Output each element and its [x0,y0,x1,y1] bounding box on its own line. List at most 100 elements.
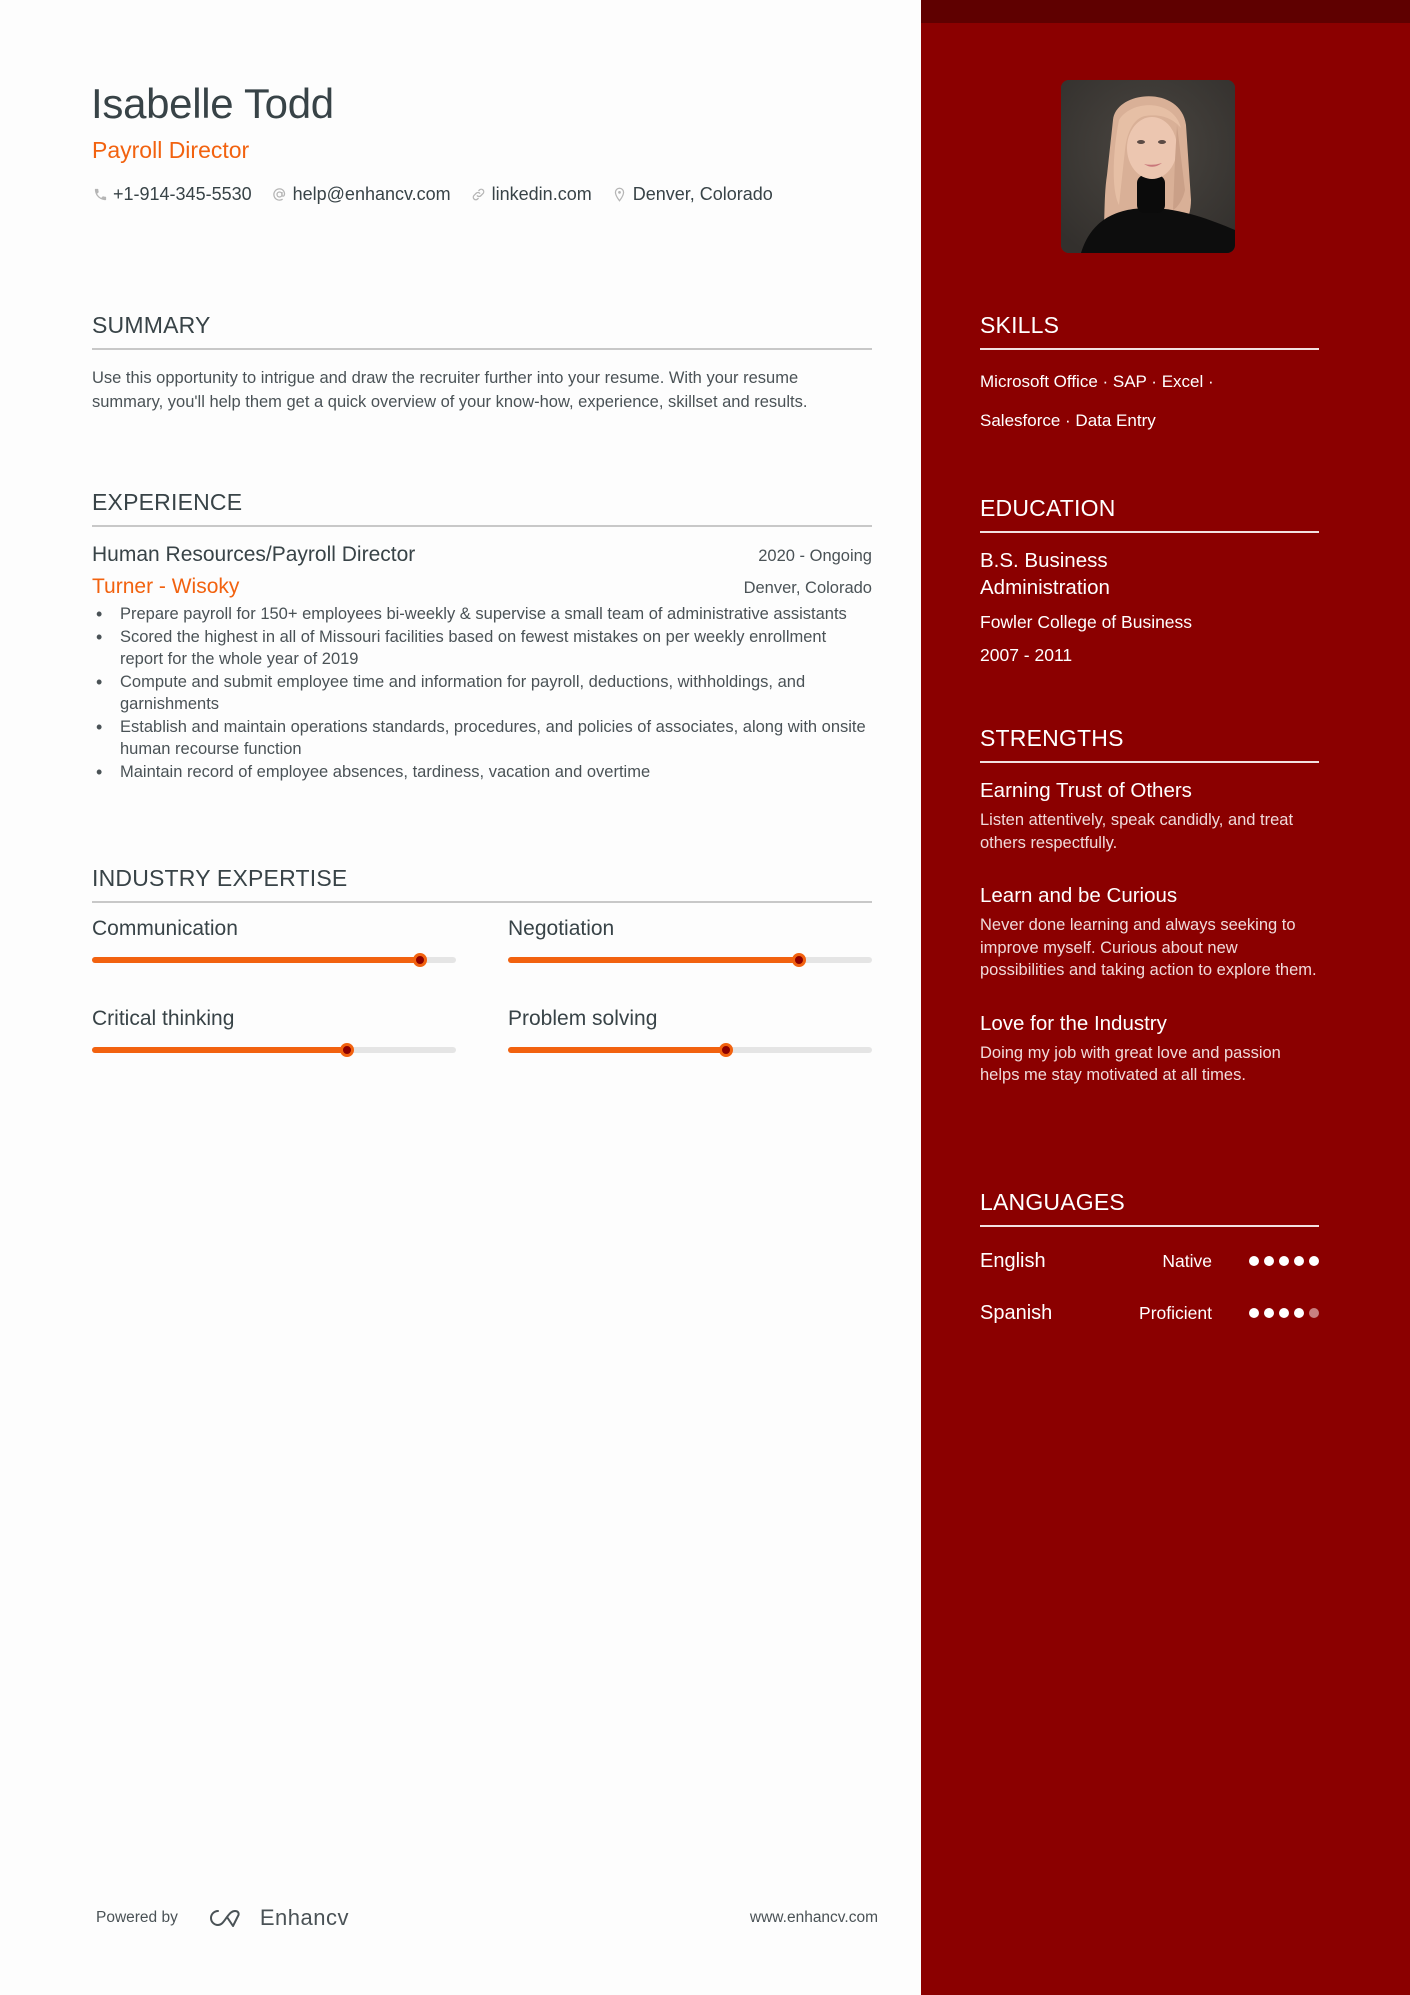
strength-item: Earning Trust of Others Listen attentive… [980,779,1319,854]
contact-info: +1-914-345-5530 help@enhancv.com linkedi… [92,184,793,205]
enhancv-logo-icon [209,1910,240,1927]
expertise-bar [92,953,456,967]
languages-section: LANGUAGES English Native Spanish Profici… [980,1189,1319,1332]
phone-icon [92,186,108,204]
job-title: Human Resources/Payroll Director [92,543,416,566]
enhancv-brand-name: Enhancv [259,1905,349,1930]
contact-email-text: help@enhancv.com [292,184,451,204]
contact-location: Denver, Colorado [612,184,773,205]
proficiency-dot-filled [1294,1256,1304,1266]
education-degree: B.S. Business Administration [980,547,1319,601]
job-title-row: Human Resources/Payroll Director 2020 - … [92,543,872,567]
summary-heading: SUMMARY [92,312,211,338]
job-bullet: Compute and submit employee time and inf… [92,671,872,716]
summary-section: SUMMARY Use this opportunity to intrigue… [92,312,872,414]
skills-list: Microsoft Office · SAP · Excel · Salesfo… [980,362,1319,440]
at-icon [272,186,288,204]
expertise-label: Negotiation [508,917,615,940]
expertise-bar [92,1043,456,1057]
language-name: Spanish [980,1301,1053,1324]
strength-item: Love for the Industry Doing my job with … [980,1012,1319,1087]
link-icon [471,186,487,204]
proficiency-dot-filled [1264,1308,1274,1318]
skills-line: Salesforce · Data Entry [980,411,1156,430]
expertise-bar-fill [92,957,420,963]
expertise-item: Negotiation [508,917,872,1007]
proficiency-dot-empty [1309,1308,1319,1318]
sidebar: SKILLS Microsoft Office · SAP · Excel · … [921,0,1410,1995]
skills-divider [980,348,1319,350]
main-column: Isabelle Todd Payroll Director +1-914-34… [0,0,921,1995]
expertise-bar-knob [719,1043,734,1057]
job-bullet: Prepare payroll for 150+ employees bi-we… [92,603,872,626]
contact-email[interactable]: help@enhancv.com [272,184,451,205]
proficiency-dot-filled [1279,1256,1289,1266]
proficiency-dot-filled [1249,1308,1259,1318]
strength-description: Doing my job with great love and passion… [980,1043,1281,1085]
contact-location-text: Denver, Colorado [632,184,773,204]
strength-description: Listen attentively, speak candidly, and … [980,811,1294,852]
location-pin-icon [612,186,628,204]
profile-photo [1061,80,1235,253]
skills-section: SKILLS Microsoft Office · SAP · Excel · … [980,312,1319,440]
job-entry: Human Resources/Payroll Director 2020 - … [92,543,872,783]
education-dates: 2007 - 2011 [980,645,1073,665]
language-proficiency-dots [1244,1308,1319,1318]
expertise-bar-knob [412,953,427,967]
footer: Powered by Enhancv www.enhancv.com [96,1905,878,1931]
contact-linkedin-text: linkedin.com [491,184,592,204]
expertise-item: Problem solving [508,1007,872,1097]
strength-title: Learn and be Curious [980,884,1178,907]
proficiency-dot-filled [1279,1308,1289,1318]
language-item: Spanish Proficient [980,1294,1319,1332]
expertise-section: INDUSTRY EXPERTISE Communication Negotia… [92,865,872,1097]
education-degree-line: Administration [980,576,1110,599]
job-location: Denver, Colorado [743,579,872,597]
expertise-label: Communication [92,917,238,940]
language-level: Native [1162,1250,1212,1271]
powered-by-label: Powered by [96,1909,178,1926]
expertise-heading: INDUSTRY EXPERTISE [92,865,348,891]
job-bullet: Maintain record of employee absences, ta… [92,761,872,784]
strengths-divider [980,761,1319,763]
expertise-item: Communication [92,917,456,1007]
strength-title: Earning Trust of Others [980,779,1192,802]
language-name: English [980,1249,1046,1272]
skills-heading: SKILLS [980,312,1060,338]
expertise-bar [508,1043,872,1057]
strengths-section: STRENGTHS Earning Trust of Others Listen… [980,725,1319,1087]
strength-item: Learn and be Curious Never done learning… [980,884,1319,982]
expertise-bar-fill [92,1047,347,1053]
candidate-title: Payroll Director [92,137,250,163]
enhancv-logo[interactable]: Enhancv [204,1905,349,1931]
education-divider [980,531,1319,533]
proficiency-dot-filled [1294,1308,1304,1318]
languages-heading: LANGUAGES [980,1189,1125,1215]
job-dates: 2020 - Ongoing [758,547,872,565]
expertise-bar-knob [339,1043,354,1057]
expertise-divider [92,901,872,903]
languages-divider [980,1225,1319,1227]
profile-photo-image [1061,80,1235,253]
expertise-label: Problem solving [508,1007,658,1030]
expertise-item: Critical thinking [92,1007,456,1097]
expertise-bar-fill [508,1047,727,1053]
summary-divider [92,348,872,350]
strength-description: Never done learning and always seeking t… [980,916,1317,979]
proficiency-dot-filled [1264,1256,1274,1266]
experience-divider [92,525,872,527]
sidebar-top-strip [921,0,1410,23]
summary-text: Use this opportunity to intrigue and dra… [92,369,808,411]
contact-phone[interactable]: +1-914-345-5530 [92,184,252,205]
strength-title: Love for the Industry [980,1011,1167,1035]
job-company-row: Turner - Wisoky Denver, Colorado [92,575,872,599]
proficiency-dot-filled [1309,1256,1319,1266]
job-bullet: Scored the highest in all of Missouri fa… [92,626,872,671]
candidate-name: Isabelle Todd [91,80,334,127]
education-heading: EDUCATION [980,495,1116,521]
experience-section: EXPERIENCE Human Resources/Payroll Direc… [92,489,872,783]
footer-url[interactable]: www.enhancv.com [750,1909,878,1927]
language-proficiency-dots [1244,1256,1319,1266]
experience-heading: EXPERIENCE [92,489,243,515]
contact-linkedin[interactable]: linkedin.com [471,184,592,205]
